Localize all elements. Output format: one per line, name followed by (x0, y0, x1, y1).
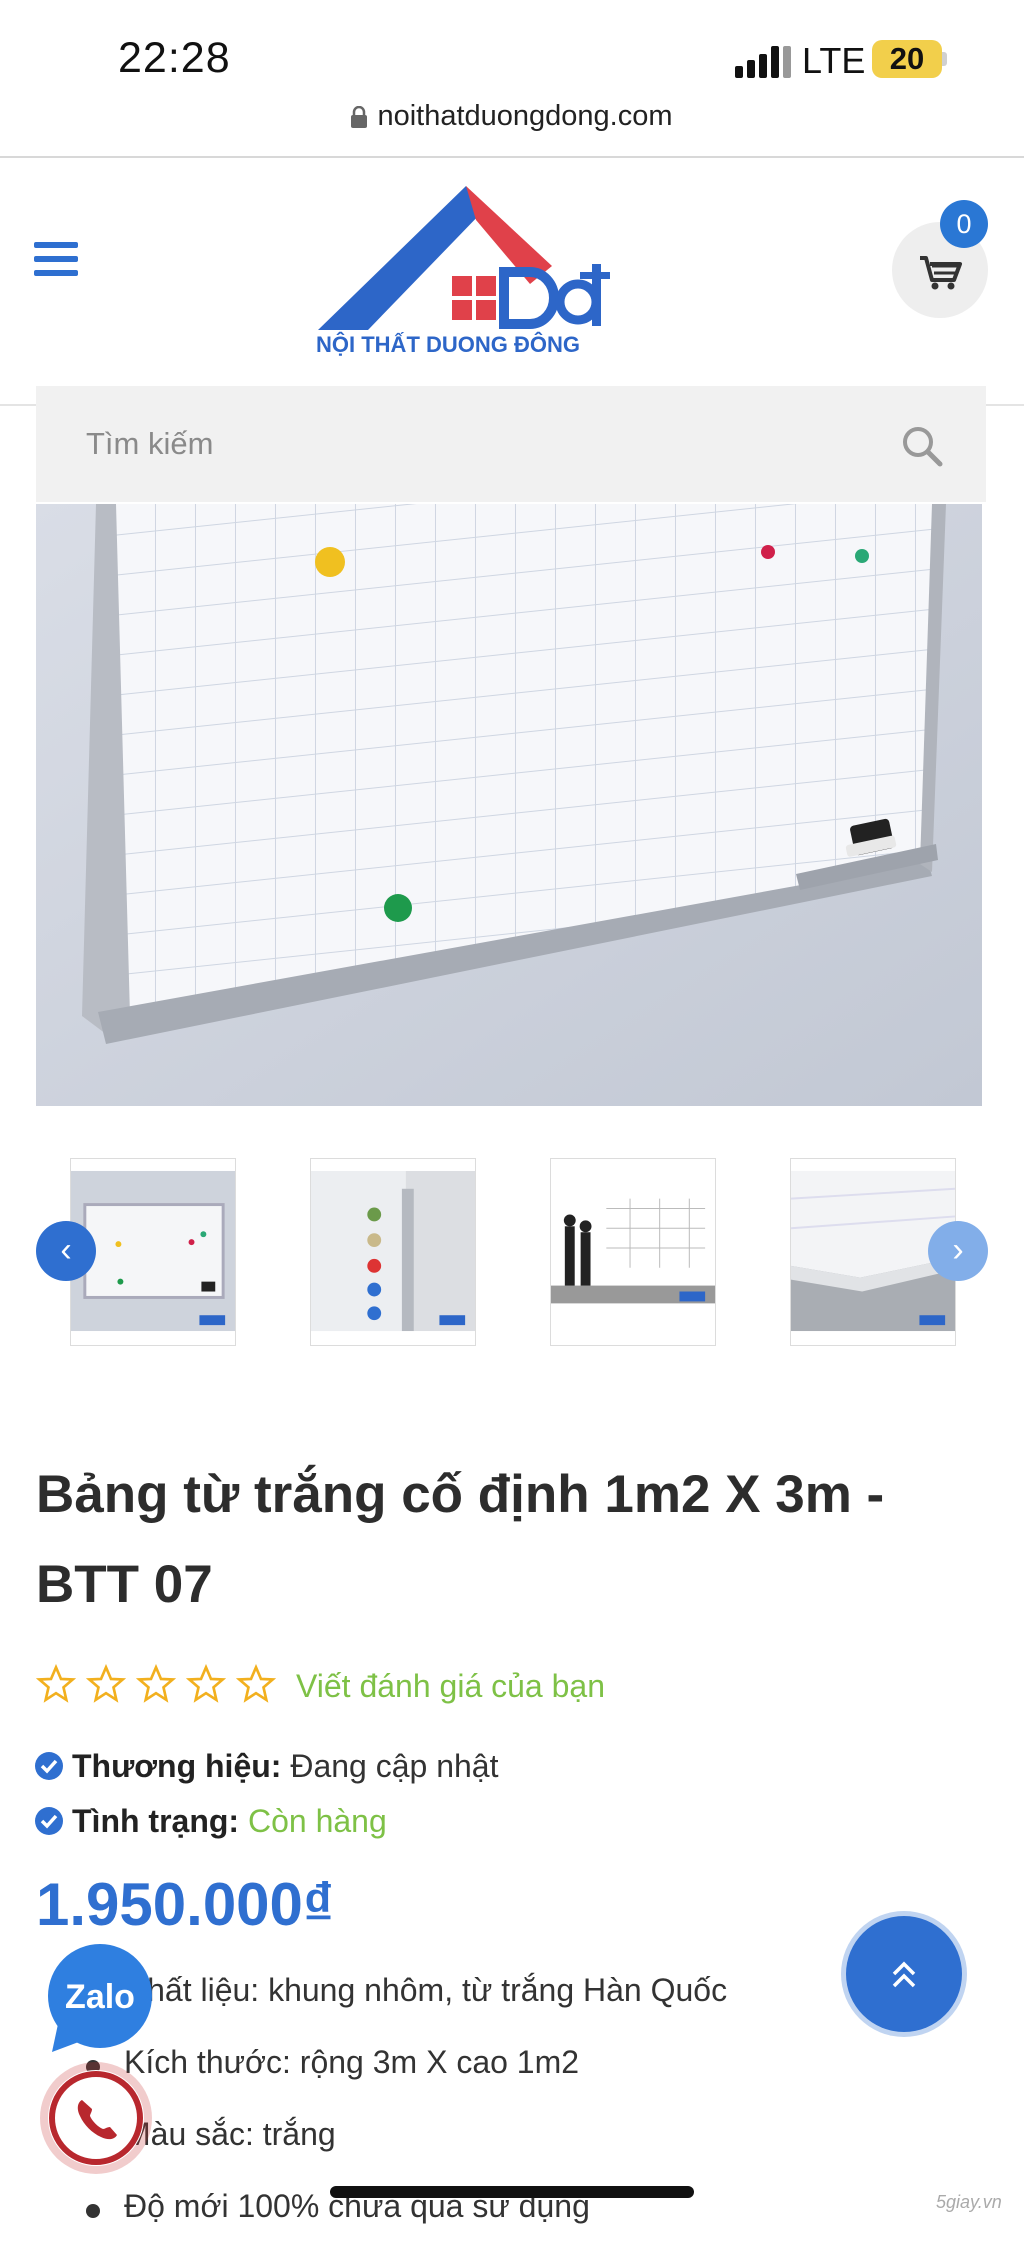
hamburger-menu-icon[interactable] (34, 242, 78, 282)
battery-tip (942, 52, 947, 66)
address-bar[interactable]: noithatduongdong.com (0, 100, 1024, 133)
feature-item: Màu sắc: trắng (80, 2116, 980, 2188)
battery-level: 20 (889, 41, 925, 76)
star-icon[interactable] (35, 1663, 77, 1704)
star-icon[interactable] (85, 1663, 127, 1704)
double-chevron-up-icon (892, 1961, 916, 1988)
check-circle-icon (35, 1752, 63, 1780)
divider (0, 156, 1024, 158)
star-icon[interactable] (235, 1663, 277, 1704)
chevron-left-icon[interactable]: ‹ (36, 1221, 96, 1281)
search-bar (36, 386, 986, 502)
status-time: 22:28 (118, 34, 231, 82)
feature-item: Kích thước: rộng 3m X cao 1m2 (80, 2044, 980, 2116)
chevron-right-icon[interactable]: › (928, 1221, 988, 1281)
stock-status-row: Tình trạng: Còn hàng (34, 1803, 387, 1840)
thumbnail-3[interactable] (550, 1158, 716, 1346)
feature-list: Chất liệu: khung nhôm, từ trắng Hàn Quốc… (80, 1972, 980, 2260)
phone-call-button[interactable] (48, 2070, 144, 2166)
product-price: 1.950.000₫ (36, 1871, 334, 1938)
brand-row: Thương hiệu: Đang cập nhật (34, 1748, 498, 1785)
status-bar: 22:28 LTE 20 noithatduongdong.com (0, 0, 1024, 132)
logo-text: NỘI THẤT DUONG ĐÔNG (316, 332, 580, 356)
write-review-link[interactable]: Viết đánh giá của bạn (296, 1668, 605, 1705)
check-circle-icon (35, 1807, 63, 1835)
cart-count-badge: 0 (940, 200, 988, 248)
product-main-image[interactable] (36, 504, 982, 1106)
lock-icon (351, 106, 368, 129)
signal-icon (735, 46, 791, 78)
brand-value: Đang cập nhật (290, 1748, 499, 1784)
product-title: Bảng từ trắng cố định 1m2 X 3m - BTT 07 (36, 1465, 885, 1614)
star-icon[interactable] (185, 1663, 227, 1704)
phone-icon (49, 2071, 143, 2165)
watermark: 5giay.vn (936, 2192, 1002, 2212)
feature-item: Chất liệu: khung nhôm, từ trắng Hàn Quốc (80, 1972, 980, 2044)
thumbnail-strip (36, 1158, 982, 1348)
search-input[interactable] (36, 386, 896, 502)
battery-icon: 20 (872, 40, 942, 78)
url-text: noithatduongdong.com (377, 100, 673, 132)
zalo-chat-button[interactable]: Zalo (44, 1944, 156, 2054)
site-logo[interactable]: NỘI THẤT DUONG ĐÔNG (316, 180, 616, 356)
feature-item: Độ mới 100% chưa qua sử dụng (80, 2188, 980, 2260)
zalo-label: Zalo (65, 1978, 135, 2016)
network-type: LTE (802, 40, 866, 81)
status-label: Tình trạng: (72, 1803, 240, 1839)
rating-stars[interactable] (35, 1663, 286, 1708)
status-value: Còn hàng (247, 1803, 387, 1839)
star-icon[interactable] (135, 1663, 177, 1704)
scroll-to-top-button[interactable] (846, 1916, 962, 2032)
home-indicator[interactable] (330, 2186, 694, 2198)
brand-label: Thương hiệu: (72, 1748, 282, 1784)
search-icon[interactable] (900, 424, 944, 468)
thumbnail-2[interactable] (310, 1158, 476, 1346)
